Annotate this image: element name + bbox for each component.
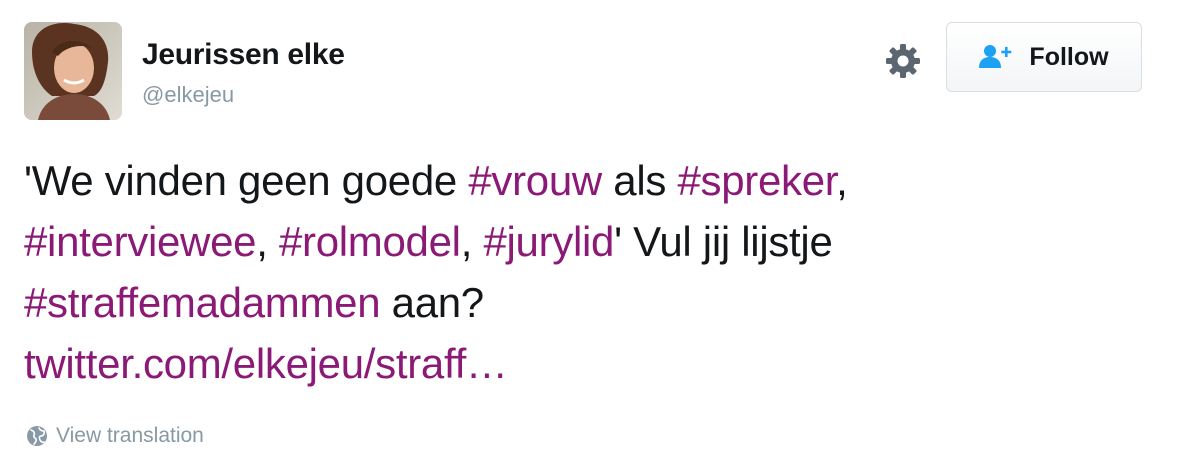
- gear-icon[interactable]: [884, 42, 922, 80]
- hashtag-vrouw[interactable]: #vrouw: [468, 157, 602, 204]
- follow-button[interactable]: Follow: [946, 22, 1142, 92]
- hashtag-straffemadammen[interactable]: #straffemadammen: [24, 279, 381, 326]
- tweet-text-segment: ' Vul jij lijstje: [614, 218, 833, 265]
- globe-icon: [27, 426, 47, 446]
- avatar-photo: [24, 22, 122, 120]
- hashtag-spreker[interactable]: #spreker: [677, 157, 836, 204]
- avatar[interactable]: [24, 22, 122, 120]
- tweet-text-segment: als: [601, 157, 678, 204]
- hashtag-rolmodel[interactable]: #rolmodel: [279, 218, 461, 265]
- tweet-text-segment: ,: [256, 218, 279, 265]
- display-name[interactable]: Jeurissen elke: [142, 38, 345, 72]
- follow-user-icon: [979, 45, 1012, 68]
- view-translation-label: View translation: [56, 424, 204, 447]
- tweet-text-segment: ,: [836, 157, 848, 204]
- view-translation-link[interactable]: View translation: [26, 424, 204, 448]
- tweet-text-segment: ,: [460, 218, 484, 265]
- user-handle[interactable]: @elkejeu: [142, 82, 234, 108]
- hashtag-jurylid[interactable]: #jurylid: [483, 218, 614, 265]
- follow-label: Follow: [1029, 42, 1109, 71]
- tweet-text-segment: aan?: [380, 279, 485, 326]
- tweet-text-segment: 'We vinden geen goede: [24, 157, 469, 204]
- tweet-link[interactable]: twitter.com/elkejeu/straff…: [24, 340, 508, 387]
- hashtag-interviewee[interactable]: #interviewee: [24, 218, 257, 265]
- tweet-text: 'We vinden geen goede #vrouw als #spreke…: [24, 150, 1154, 394]
